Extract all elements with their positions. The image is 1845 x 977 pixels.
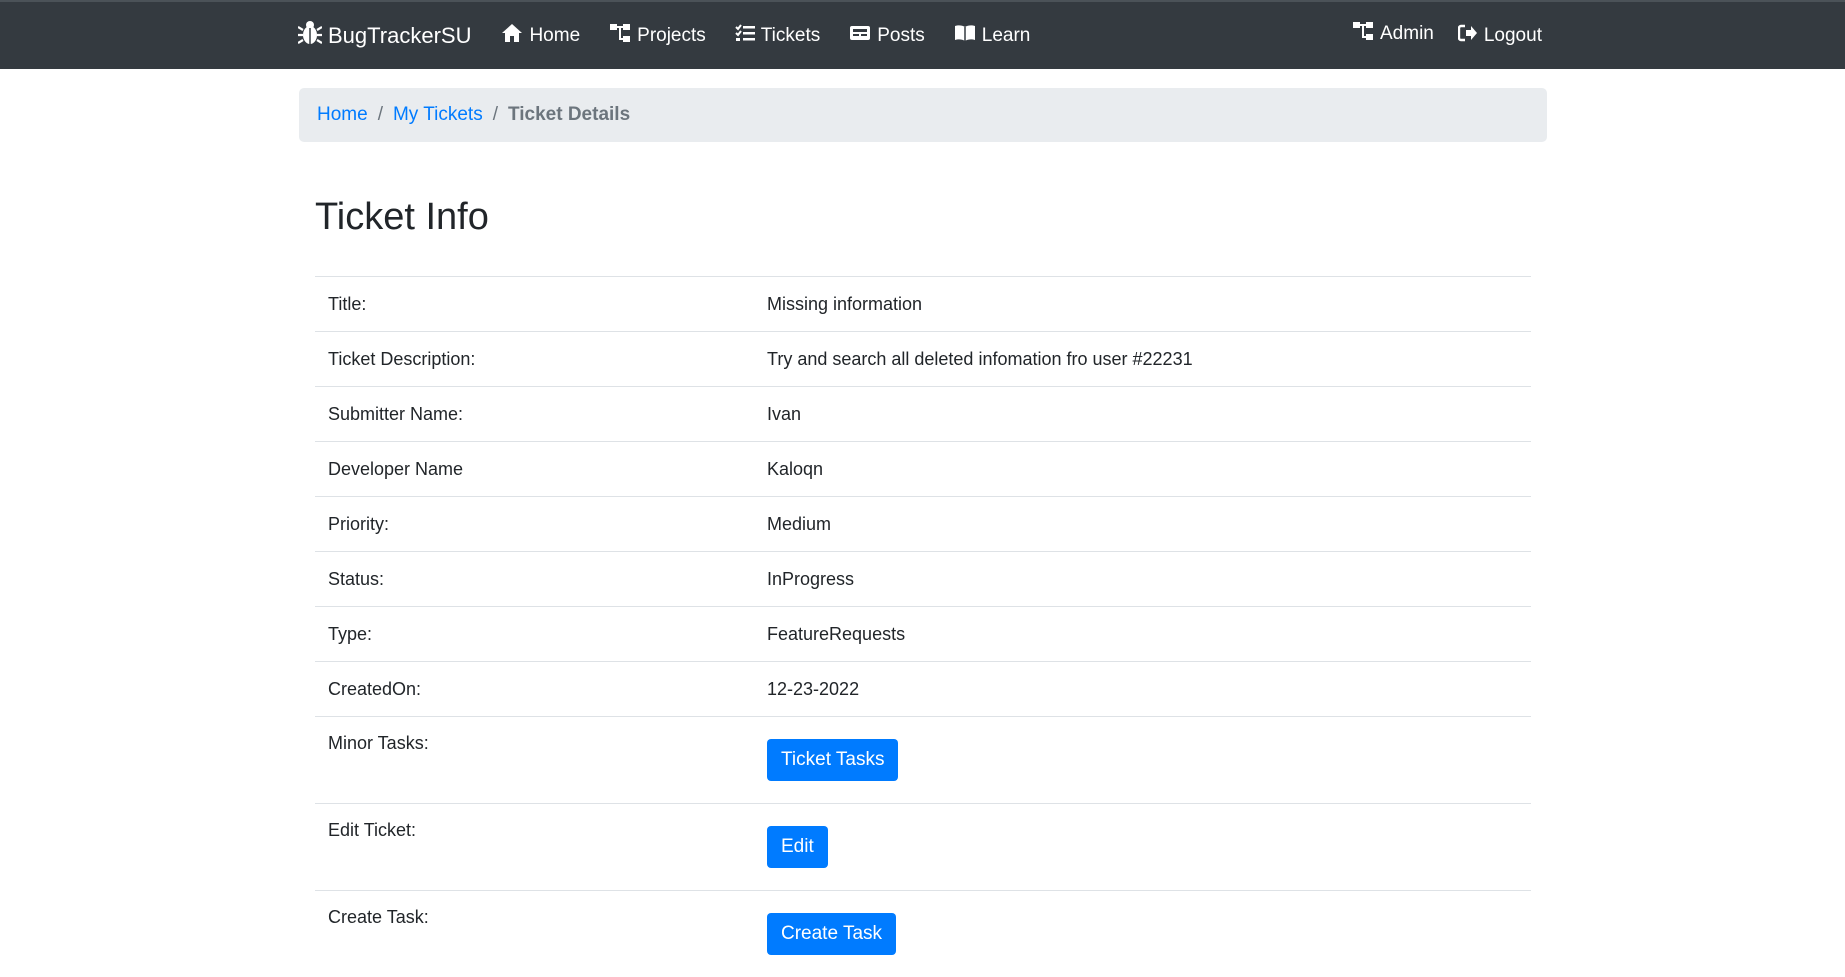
- row-value: Kaloqn: [754, 442, 1531, 497]
- sitemap-icon: [1352, 21, 1380, 47]
- table-row: Priority: Medium: [315, 497, 1531, 552]
- nav-learn-label: Learn: [982, 25, 1031, 47]
- row-label: Type:: [315, 607, 754, 662]
- ticket-tasks-button[interactable]: Ticket Tasks: [767, 739, 898, 781]
- row-label: Minor Tasks:: [315, 717, 754, 804]
- row-value: Ivan: [754, 387, 1531, 442]
- book-icon: [954, 24, 982, 48]
- nav-tickets[interactable]: Tickets: [735, 24, 820, 48]
- table-row: Submitter Name: Ivan: [315, 387, 1531, 442]
- tasks-icon: [735, 24, 761, 48]
- table-row: Ticket Description: Try and search all d…: [315, 332, 1531, 387]
- table-row: CreatedOn: 12-23-2022: [315, 662, 1531, 717]
- create-task-button[interactable]: Create Task: [767, 913, 896, 955]
- sign-out-icon: [1458, 24, 1484, 48]
- row-label: Priority:: [315, 497, 754, 552]
- breadcrumb-separator: /: [378, 104, 383, 126]
- row-value: Try and search all deleted infomation fr…: [754, 332, 1531, 387]
- row-label: Status:: [315, 552, 754, 607]
- table-row: Edit Ticket: Edit: [315, 804, 1531, 891]
- table-row: Type: FeatureRequests: [315, 607, 1531, 662]
- nav-projects[interactable]: Projects: [609, 23, 706, 49]
- row-value: InProgress: [754, 552, 1531, 607]
- nav-learn[interactable]: Learn: [954, 24, 1031, 48]
- nav-left: BugTrackerSU Home Projects Tickets Posts: [298, 2, 1059, 69]
- nav-projects-label: Projects: [637, 25, 706, 47]
- nav-home-label: Home: [529, 25, 580, 47]
- breadcrumb-home[interactable]: Home: [317, 104, 368, 126]
- nav-logout[interactable]: Logout: [1458, 24, 1542, 48]
- home-icon: [501, 23, 529, 49]
- row-label: Developer Name: [315, 442, 754, 497]
- row-label: Submitter Name:: [315, 387, 754, 442]
- row-label: Title:: [315, 277, 754, 332]
- row-value: Medium: [754, 497, 1531, 552]
- nav-home[interactable]: Home: [501, 23, 580, 49]
- bug-icon: [298, 20, 328, 52]
- breadcrumb: Home / My Tickets / Ticket Details: [299, 88, 1547, 142]
- nav-admin-label: Admin: [1380, 23, 1434, 45]
- table-row: Title: Missing information: [315, 277, 1531, 332]
- nav-logout-label: Logout: [1484, 25, 1542, 47]
- row-label: Edit Ticket:: [315, 804, 754, 891]
- nav-tickets-label: Tickets: [761, 25, 820, 47]
- brand-label: BugTrackerSU: [328, 23, 471, 49]
- breadcrumb-my-tickets[interactable]: My Tickets: [393, 104, 483, 126]
- nav-posts[interactable]: Posts: [849, 25, 925, 47]
- nav-right: Admin Logout: [1352, 2, 1566, 69]
- breadcrumb-separator: /: [493, 104, 498, 126]
- top-navbar: BugTrackerSU Home Projects Tickets Posts: [0, 0, 1845, 69]
- card-icon: [849, 25, 877, 47]
- ticket-info-table: Title: Missing information Ticket Descri…: [315, 276, 1531, 977]
- row-label: Ticket Description:: [315, 332, 754, 387]
- nav-admin[interactable]: Admin: [1352, 21, 1434, 47]
- table-row: Create Task: Create Task: [315, 891, 1531, 977]
- brand-link[interactable]: BugTrackerSU: [298, 20, 471, 52]
- edit-ticket-button[interactable]: Edit: [767, 826, 828, 868]
- row-value: FeatureRequests: [754, 607, 1531, 662]
- page-title: Ticket Info: [315, 196, 489, 239]
- row-label: Create Task:: [315, 891, 754, 977]
- table-row: Minor Tasks: Ticket Tasks: [315, 717, 1531, 804]
- row-label: CreatedOn:: [315, 662, 754, 717]
- sitemap-icon: [609, 23, 637, 49]
- breadcrumb-current: Ticket Details: [508, 104, 630, 126]
- nav-posts-label: Posts: [877, 25, 925, 47]
- row-value: Missing information: [754, 277, 1531, 332]
- table-row: Status: InProgress: [315, 552, 1531, 607]
- table-row: Developer Name Kaloqn: [315, 442, 1531, 497]
- row-value: 12-23-2022: [754, 662, 1531, 717]
